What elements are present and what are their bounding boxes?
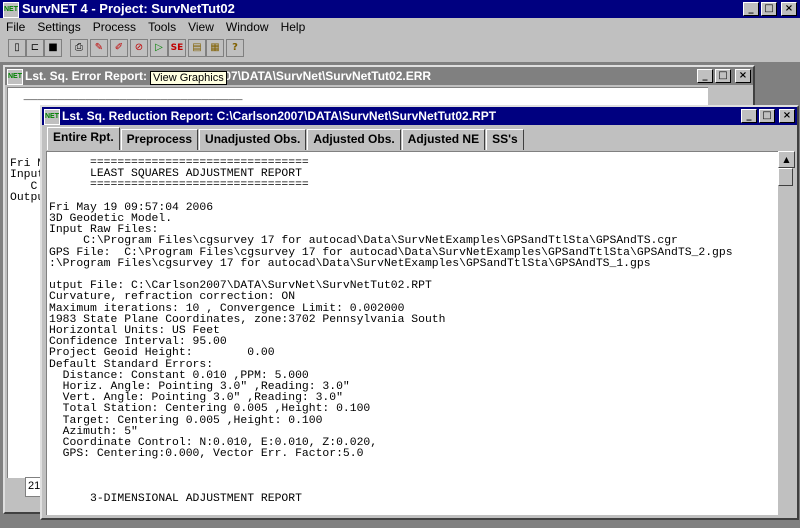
reduction-report-window-controls: _ □ × (741, 109, 795, 123)
app-window-controls: _ □ × (743, 2, 797, 16)
help-icon[interactable]: ? (226, 39, 244, 57)
menu-settings[interactable]: Settings (31, 18, 86, 36)
report-icon[interactable]: ▤ (188, 39, 206, 57)
se-icon[interactable]: SE (168, 39, 186, 57)
report-tab-bar: Entire Rpt. Preprocess Unadjusted Obs. A… (47, 127, 525, 150)
app-titlebar: NET SurvNET 4 - Project: SurvNetTut02 _ … (0, 0, 800, 18)
close-button[interactable]: × (781, 2, 797, 16)
tab-preprocess[interactable]: Preprocess (120, 129, 199, 150)
error-report-minimize-button[interactable]: _ (697, 69, 713, 83)
tab-entire-report[interactable]: Entire Rpt. (47, 127, 120, 150)
menu-file[interactable]: File (0, 18, 31, 36)
scroll-up-icon[interactable]: ▲ (778, 151, 795, 168)
menu-window[interactable]: Window (220, 18, 275, 36)
reduction-report-titlebar: NET Lst. Sq. Reduction Report: C:\Carlso… (42, 107, 797, 125)
reduction-report-app-icon: NET (44, 109, 60, 125)
new-icon[interactable]: ▯ (8, 39, 26, 57)
edit-icon[interactable]: ✎ (90, 39, 108, 57)
menu-process[interactable]: Process (87, 18, 142, 36)
run-icon[interactable]: ▷ (150, 39, 168, 57)
tab-adjusted-ne[interactable]: Adjusted NE (401, 129, 486, 150)
report-vertical-scrollbar[interactable]: ▲ (778, 151, 795, 514)
report-text-area[interactable]: ================================ LEAST S… (46, 151, 778, 515)
reduction-report-title: Lst. Sq. Reduction Report: C:\Carlson200… (62, 109, 497, 123)
error-report-window-controls: _ □ × (697, 69, 751, 83)
toolbar: ▯ ⊏ ■ ⎙ ✎ ✐ ⊘ ▷ SE ▤ ▦ ? (0, 36, 800, 63)
menu-view[interactable]: View (182, 18, 220, 36)
tab-ss[interactable]: SS's (486, 129, 524, 150)
app-title: SurvNET 4 - Project: SurvNetTut02 (22, 1, 235, 16)
tab-adjusted-obs[interactable]: Adjusted Obs. (307, 129, 401, 150)
menu-help[interactable]: Help (275, 18, 312, 36)
reduction-report-minimize-button[interactable]: _ (741, 109, 757, 123)
reduction-report-close-button[interactable]: × (779, 109, 795, 123)
report-text: ================================ LEAST S… (49, 157, 733, 506)
maximize-button[interactable]: □ (761, 2, 777, 16)
pen-icon[interactable]: ✐ (110, 39, 128, 57)
error-report-title: Lst. Sq. Error Report: C:\Carlson2007\DA… (25, 69, 432, 83)
reduction-report-maximize-button[interactable]: □ (759, 109, 775, 123)
error-report-close-button[interactable]: × (735, 69, 751, 83)
minimize-button[interactable]: _ (743, 2, 759, 16)
scroll-thumb[interactable] (778, 168, 793, 186)
error-report-app-icon: NET (7, 69, 23, 85)
view-graphics-tooltip: View Graphics (150, 71, 227, 85)
error-report-status-value: 21 (28, 480, 41, 492)
tab-unadjusted-obs[interactable]: Unadjusted Obs. (199, 129, 307, 150)
save-icon[interactable]: ■ (44, 39, 62, 57)
error-report-titlebar: NET Lst. Sq. Error Report: C:\Carlson200… (5, 67, 753, 85)
menu-bar: File Settings Process Tools View Window … (0, 18, 800, 36)
graph-icon[interactable]: ▦ (206, 39, 224, 57)
menu-tools[interactable]: Tools (142, 18, 182, 36)
reduction-report-window: NET Lst. Sq. Reduction Report: C:\Carlso… (40, 105, 799, 520)
print-icon[interactable]: ⎙ (70, 39, 88, 57)
app-icon: NET (3, 2, 19, 18)
stop-icon[interactable]: ⊘ (130, 39, 148, 57)
error-report-maximize-button[interactable]: □ (715, 69, 731, 83)
open-icon[interactable]: ⊏ (26, 39, 44, 57)
